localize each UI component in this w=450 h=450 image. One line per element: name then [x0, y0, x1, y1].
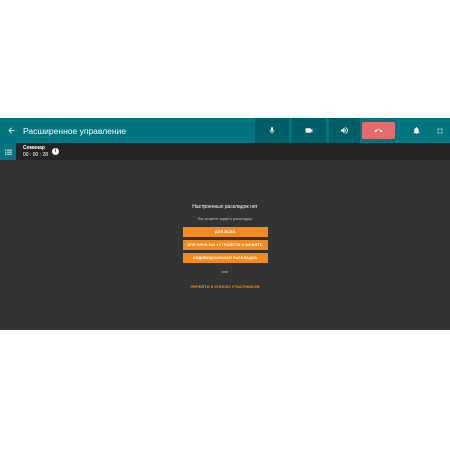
list-icon	[4, 149, 12, 155]
fullscreen-icon	[437, 128, 443, 133]
fullscreen-button[interactable]	[430, 118, 450, 143]
bell-icon	[413, 127, 419, 135]
top-bar: Расширенное управление	[0, 118, 450, 143]
speaker-button[interactable]	[329, 118, 360, 143]
phone-hangup-icon	[374, 128, 383, 132]
layout-empty-state: Настроенных раскладок нет Вы можете зада…	[0, 204, 450, 289]
microphone-button[interactable]	[255, 118, 289, 143]
or-separator: или	[221, 269, 229, 274]
page-title: Расширенное управление	[23, 125, 127, 136]
participants-list-link[interactable]: ПЕРЕЙТИ К СПИСКУ УЧАСТНИКОВ	[0, 284, 450, 289]
back-button[interactable]	[0, 118, 22, 143]
speaker-icon	[341, 127, 348, 134]
layout-sip-webrtc-button[interactable]: ДЛЯ SIP/H.323 УСТРОЙСТВ И WEBRTC	[182, 240, 268, 250]
info-icon[interactable]: i	[52, 148, 59, 155]
no-layouts-message: Настроенных раскладок нет	[192, 204, 258, 210]
camera-button[interactable]	[292, 118, 326, 143]
individual-layout-button[interactable]: ИНДИВИДУАЛЬНАЯ РАСКЛАДКА	[182, 253, 268, 263]
video-camera-icon	[305, 128, 313, 133]
notifications-button[interactable]	[406, 118, 426, 143]
info-glyph: i	[54, 148, 57, 154]
layout-for-all-button[interactable]: ДЛЯ ВСЕХ	[182, 227, 268, 237]
participants-list-button[interactable]	[0, 143, 16, 160]
seminar-bar: Семинар 00 : 00 : 28 i	[0, 143, 450, 160]
arrow-left-icon	[8, 127, 14, 134]
hangup-button[interactable]	[362, 122, 395, 139]
create-layout-hint: Вы можете задать раскладку	[198, 216, 252, 221]
seminar-name: Семинар	[23, 145, 45, 151]
microphone-icon	[269, 127, 275, 134]
conference-app: Расширенное управление Семинар 00: 00:…	[0, 118, 450, 330]
seminar-timer: 00 : 00 : 28	[23, 152, 49, 158]
